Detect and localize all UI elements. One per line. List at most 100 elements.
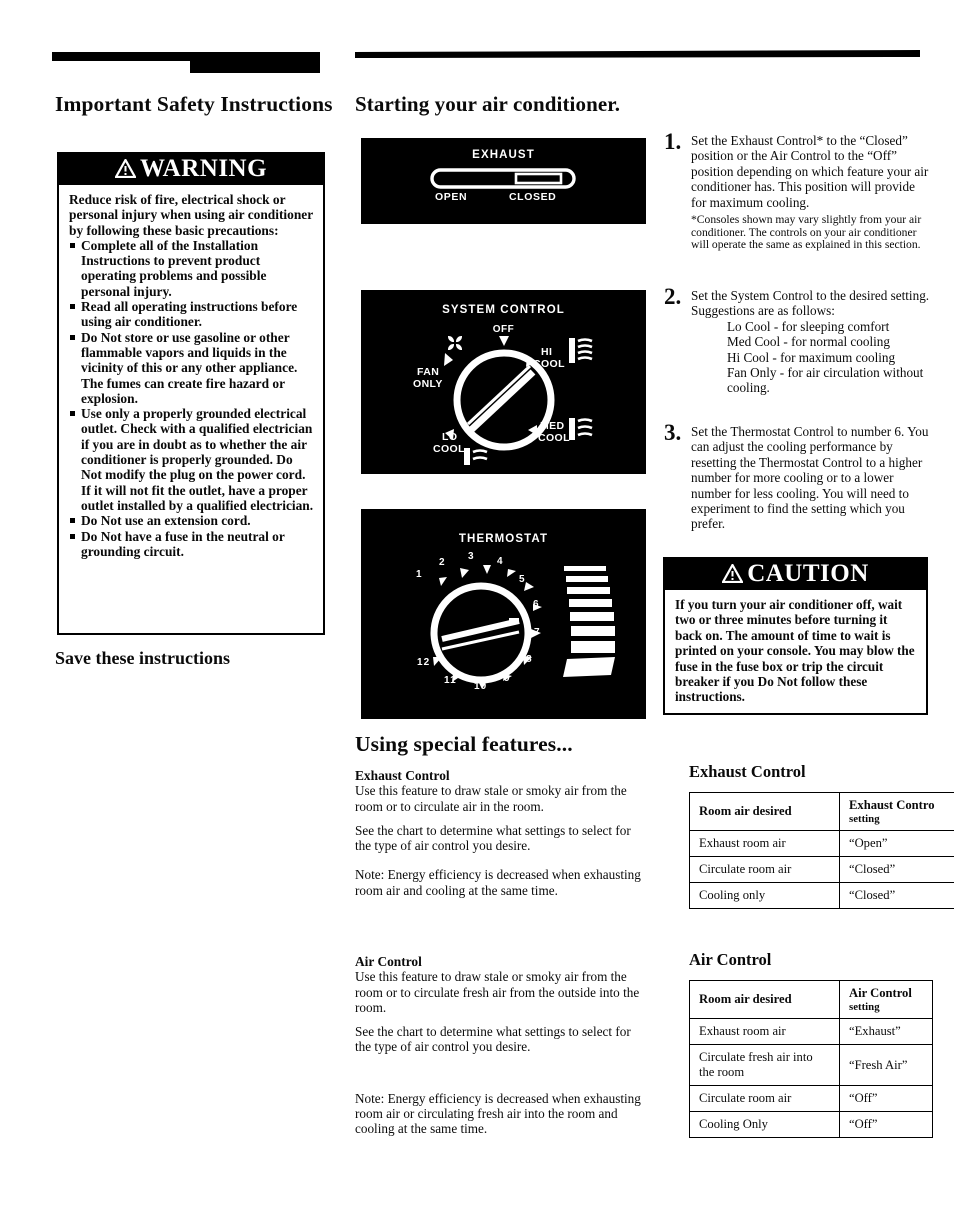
warning-intro: Reduce risk of fire, electrical shock or… <box>69 192 313 238</box>
air-control-paragraph-2: See the chart to determine what settings… <box>355 1024 631 1055</box>
thermostat-number-10: 10 <box>474 681 488 692</box>
step-2-sublist: Lo Cool - for sleeping comfort Med Cool … <box>691 319 930 396</box>
thermostat-number-3: 3 <box>468 551 475 562</box>
header-rule-left-thin <box>52 52 190 61</box>
special-features-title: Using special features... <box>355 732 573 756</box>
instruction-step-1: 1. Set the Exhaust Control* to the “Clos… <box>664 129 930 252</box>
caution-box: CAUTION If you turn your air conditioner… <box>663 557 928 715</box>
exhaust-table-header-col2-line2: setting <box>849 813 880 825</box>
system-hi-cool-label-line2: COOL <box>533 358 565 370</box>
warning-bullet: Do Not store or use gasoline or other fl… <box>69 330 314 406</box>
air-row-value: “Off” <box>839 1111 933 1138</box>
page-title: Important Safety Instructions <box>55 92 333 116</box>
system-fan-only-label-line2: ONLY <box>413 378 443 390</box>
thermostat-number-1: 1 <box>416 569 423 580</box>
table-row: Exhaust room air “Open” <box>689 830 954 857</box>
system-med-cool-label-line2: COOL <box>538 432 570 444</box>
air-row-value: “Off” <box>839 1085 933 1112</box>
exhaust-control-paragraph-1: Use this feature to draw stale or smoky … <box>355 783 627 814</box>
exhaust-closed-label: CLOSED <box>509 191 557 203</box>
thermostat-number-6: 6 <box>533 599 540 610</box>
warning-banner-label: WARNING <box>139 155 268 182</box>
warning-body: Reduce risk of fire, electrical shock or… <box>57 185 325 635</box>
air-control-table-title: Air Control <box>689 950 772 969</box>
air-control-paragraph-1: Use this feature to draw stale or smoky … <box>355 969 640 1015</box>
exhaust-control-note: Note: Energy efficiency is decreased whe… <box>355 867 641 898</box>
exhaust-row-label: Exhaust room air <box>689 830 840 857</box>
header-rule-right <box>355 50 920 58</box>
air-row-value: “Fresh Air” <box>839 1044 933 1086</box>
table-row: Circulate fresh air into the room “Fresh… <box>689 1044 933 1086</box>
exhaust-control-table: Room air desired Exhaust Contro setting … <box>689 792 954 909</box>
air-control-subheading: Air Control <box>355 954 422 969</box>
exhaust-row-label: Circulate room air <box>689 856 840 883</box>
exhaust-control-paragraph-2: See the chart to determine what settings… <box>355 822 631 854</box>
system-med-cool-label-line1: MED <box>540 420 565 432</box>
table-row: Circulate room air “Closed” <box>689 856 954 883</box>
air-row-label: Circulate fresh air into the room <box>689 1044 840 1086</box>
warning-bullet-list: Complete all of the Installation Instruc… <box>69 238 314 559</box>
exhaust-control-text-block: Exhaust Control Use this feature to draw… <box>355 768 647 907</box>
air-control-table-wrapper: Room air desired Air Control setting Exh… <box>689 980 934 1138</box>
warning-bullet: Use only a properly grounded electrical … <box>69 406 314 513</box>
step-1-number: 1. <box>664 129 682 154</box>
thermostat-number-2: 2 <box>439 557 446 568</box>
air-control-table: Room air desired Air Control setting Exh… <box>689 980 933 1138</box>
air-row-label: Circulate room air <box>689 1085 840 1112</box>
air-control-text-block: Air Control Use this feature to draw sta… <box>355 954 647 1146</box>
exhaust-row-value: “Closed” <box>849 862 896 876</box>
thermostat-number-4: 4 <box>497 556 504 567</box>
step-2-number: 2. <box>664 284 682 309</box>
instruction-step-2: 2. Set the System Control to the desired… <box>664 284 930 396</box>
air-row-value: “Exhaust” <box>839 1018 933 1045</box>
caution-triangle-icon <box>721 559 745 592</box>
system-lo-cool-label-line1: LO <box>442 431 458 443</box>
air-table-header-col2: Air Control setting <box>839 980 933 1019</box>
step-2-sublist-item: Lo Cool - for sleeping comfort <box>727 318 890 334</box>
exhaust-table-header-col1: Room air desired <box>689 792 840 831</box>
thermostat-number-12: 12 <box>417 657 431 668</box>
table-header-row: Room air desired Exhaust Contro setting <box>689 792 954 831</box>
thermostat-number-9: 9 <box>504 673 511 684</box>
warning-bullet: Do Not use an extension cord. <box>69 513 314 528</box>
step-2-text: Set the System Control to the desired se… <box>691 288 930 319</box>
system-hi-cool-label-line1: HI <box>541 346 553 358</box>
instruction-step-3: 3. Set the Thermostat Control to number … <box>664 420 930 532</box>
exhaust-control-table-wrapper: Room air desired Exhaust Contro setting … <box>689 792 954 909</box>
caution-banner-label: CAUTION <box>747 560 869 587</box>
exhaust-row-label: Cooling only <box>689 882 840 909</box>
table-row: Circulate room air “Off” <box>689 1085 933 1112</box>
table-header-row: Room air desired Air Control setting <box>689 980 933 1019</box>
thermostat-number-11: 11 <box>444 675 457 686</box>
step-1-footnote: *Consoles shown may vary slightly from y… <box>691 213 922 252</box>
exhaust-control-subheading: Exhaust Control <box>355 768 450 783</box>
starting-section-title: Starting your air conditioner. <box>355 92 621 116</box>
warning-banner: WARNING <box>57 152 325 185</box>
system-control-console-illustration: SYSTEM CONTROL OFF FAN ONLY HI COOL MED … <box>361 290 646 474</box>
thermostat-number-5: 5 <box>519 574 526 585</box>
step-2-sublist-item: Med Cool - for normal cooling <box>727 334 890 350</box>
exhaust-row-value: “Closed” <box>849 888 896 902</box>
air-table-header-col2-line1: Air Control <box>849 986 912 1000</box>
step-2-sublist-item: Fan Only - for air circulation without c… <box>727 365 924 396</box>
system-lo-cool-label-line2: COOL <box>433 443 465 455</box>
exhaust-control-table-title: Exhaust Control <box>689 762 806 781</box>
system-fan-only-label-line1: FAN <box>417 366 440 378</box>
system-off-label: OFF <box>492 324 515 335</box>
warning-triangle-icon <box>114 154 137 187</box>
exhaust-console-illustration: EXHAUST OPEN CLOSED <box>361 138 646 224</box>
air-row-label: Cooling Only <box>689 1111 840 1138</box>
step-1-text: Set the Exhaust Control* to the “Closed”… <box>691 133 929 210</box>
table-row: Exhaust room air “Exhaust” <box>689 1018 933 1045</box>
exhaust-table-header-col2-line1: Exhaust Contro <box>849 798 935 812</box>
table-row: Cooling only “Closed” <box>689 882 954 909</box>
table-row: Cooling Only “Off” <box>689 1111 933 1138</box>
air-table-header-col2-line2: setting <box>849 1001 880 1013</box>
caution-body: If you turn your air conditioner off, wa… <box>663 590 928 715</box>
thermostat-console-illustration: THERMOSTAT 1 2 3 4 5 6 7 8 9 10 11 12 <box>361 509 646 719</box>
warning-bullet: Complete all of the Installation Instruc… <box>69 238 314 299</box>
warning-box: WARNING Reduce risk of fire, electrical … <box>57 152 325 635</box>
thermostat-number-8: 8 <box>526 654 533 665</box>
exhaust-table-header-col2: Exhaust Contro setting <box>840 793 954 831</box>
exhaust-open-label: OPEN <box>435 191 468 203</box>
